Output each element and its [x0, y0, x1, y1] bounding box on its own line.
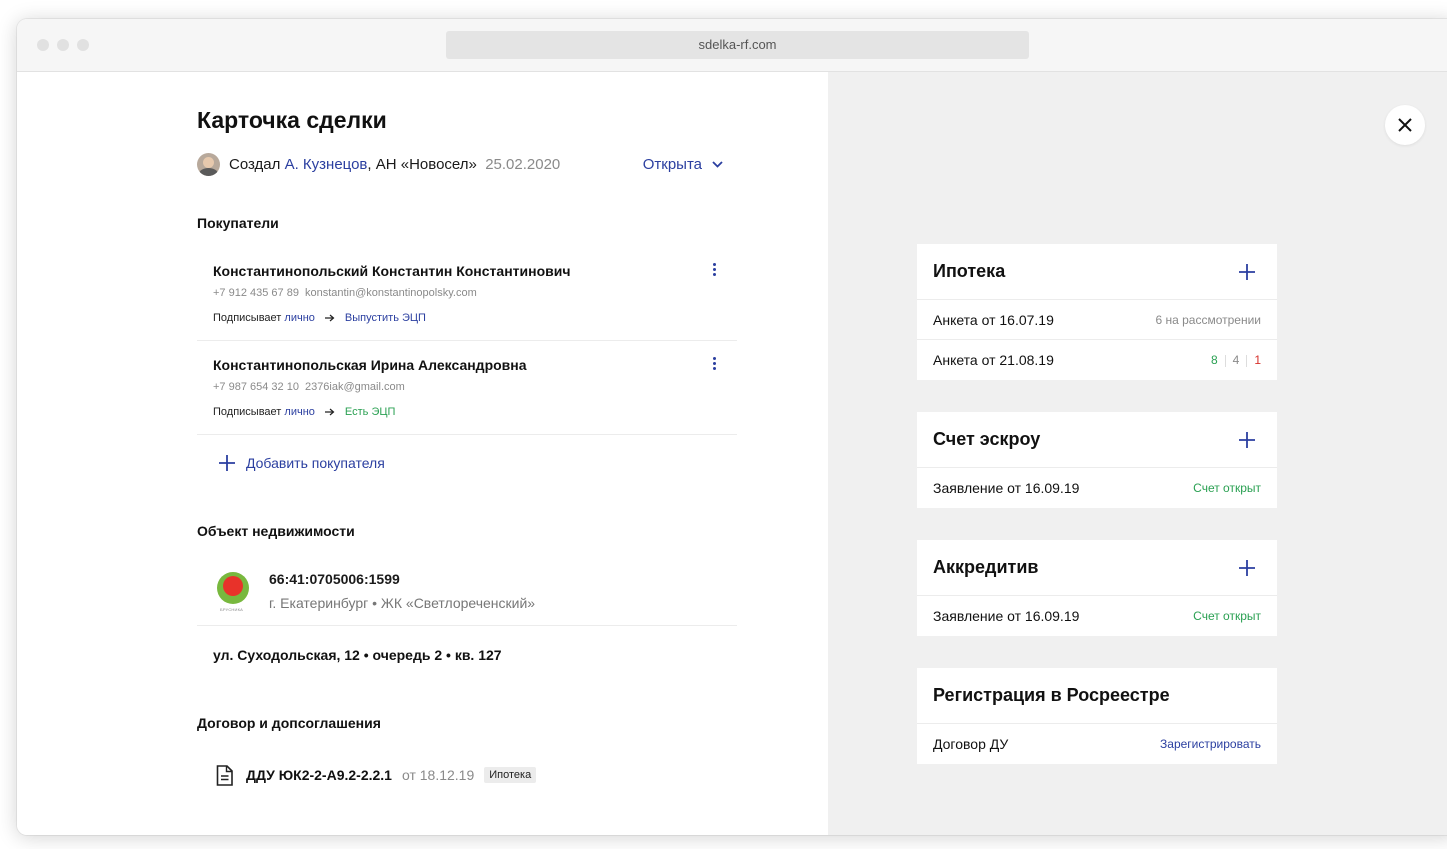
letter-of-credit-title: Аккредитив [933, 557, 1039, 577]
buyer-phone: +7 912 435 67 89 [213, 287, 299, 299]
created-date: 25.02.2020 [485, 155, 561, 173]
page-title: Карточка сделки [197, 107, 387, 133]
registration-header: Регистрация в Росреестре [917, 668, 1277, 724]
letter-of-credit-header: Аккредитив [917, 540, 1277, 596]
letter-of-credit-row-label: Заявление от 16.09.19 [933, 608, 1080, 624]
property-location: г. Екатеринбург • ЖК «Светлореченский» [269, 595, 536, 611]
buyer-contact: +7 912 435 67 89 konstantin@konstantinopo… [213, 287, 477, 299]
add-letter-of-credit-plus-icon[interactable] [1239, 559, 1255, 576]
count-approved: 8 [1210, 353, 1218, 367]
registration-title: Регистрация в Росреестре [933, 685, 1170, 705]
registration-row-label: Договор ДУ [933, 736, 1009, 752]
escrow-card: Счет эскроу Заявление от 16.09.19 Счет о… [917, 412, 1277, 508]
contract-tag: Ипотека [484, 767, 537, 783]
buyers-card: Константинопольский Константин Константи… [197, 247, 737, 491]
close-icon [1398, 118, 1412, 132]
contracts-section-title: Договор и допсоглашения [197, 715, 381, 731]
add-escrow-plus-icon[interactable] [1239, 431, 1255, 448]
developer-logo-text: БРУСНИКА [220, 607, 243, 612]
arrow-right-icon [324, 408, 335, 416]
browser-window: sdelka-rf.com Карточка сделки Создал А. … [17, 19, 1447, 835]
add-buyer-button[interactable]: Добавить покупателя [197, 435, 737, 491]
services-panel: Ипотека Анкета от 16.07.19 6 на рассмотр… [828, 72, 1447, 835]
buyer-email: konstantin@konstantinopolsky.com [304, 287, 477, 299]
ecp-action[interactable]: Выпустить ЭЦП [345, 312, 426, 324]
contract-date: от 18.12.19 [401, 767, 475, 783]
mortgage-header: Ипотека [917, 244, 1277, 300]
avatar [197, 152, 220, 176]
sign-mode-link[interactable]: лично [284, 406, 315, 418]
buyer-phone: +7 987 654 32 10 [213, 381, 299, 393]
sign-mode-link[interactable]: лично [284, 312, 315, 324]
cadastral-number: 66:41:0705006:1599 [269, 571, 400, 587]
escrow-header: Счет эскроу [917, 412, 1277, 468]
mortgage-card: Ипотека Анкета от 16.07.19 6 на рассмотр… [917, 244, 1277, 380]
buyer-sign-row: Подписывает лично Есть ЭЦП [213, 406, 395, 418]
registration-card: Регистрация в Росреестре Договор ДУ Заре… [917, 668, 1277, 764]
escrow-row[interactable]: Заявление от 16.09.19 Счет открыт [917, 468, 1277, 508]
more-icon[interactable] [713, 357, 717, 371]
buyers-section-title: Покупатели [197, 215, 279, 231]
sign-label: Подписывает [213, 406, 282, 418]
buyer-email: 2376iak@gmail.com [304, 381, 405, 393]
ecp-status[interactable]: Есть ЭЦП [345, 406, 396, 418]
letter-of-credit-row-status: Счет открыт [1193, 609, 1261, 623]
list-item: Константинопольская Ирина Александровна … [197, 341, 737, 435]
window-maximize-dot[interactable] [77, 39, 89, 51]
escrow-row-status: Счет открыт [1193, 481, 1261, 495]
escrow-row-label: Заявление от 16.09.19 [933, 480, 1080, 496]
buyer-sign-row: Подписывает лично Выпустить ЭЦП [213, 312, 426, 324]
application-counts: 841 [1211, 353, 1261, 367]
address-bar[interactable]: sdelka-rf.com [446, 31, 1029, 59]
register-link[interactable]: Зарегистрировать [1160, 737, 1261, 751]
registration-row: Договор ДУ Зарегистрировать [917, 724, 1277, 764]
sign-label: Подписывает [213, 312, 282, 324]
buyer-contact: +7 987 654 32 10 2376iak@gmail.com [213, 381, 405, 393]
letter-of-credit-row[interactable]: Заявление от 16.09.19 Счет открыт [917, 596, 1277, 636]
application-label: Анкета от 21.08.19 [933, 352, 1054, 368]
close-button[interactable] [1385, 105, 1425, 145]
mortgage-application-row[interactable]: Анкета от 21.08.19 841 [917, 340, 1277, 380]
creator-agency: , АН «Новосел» [367, 155, 477, 173]
creator-link[interactable]: А. Кузнецов [285, 156, 368, 173]
more-icon[interactable] [713, 263, 717, 277]
escrow-title: Счет эскроу [933, 429, 1041, 449]
chevron-down-icon [712, 160, 723, 168]
browser-titlebar: sdelka-rf.com [17, 19, 1447, 72]
application-label: Анкета от 16.07.19 [933, 311, 1054, 328]
property-section-title: Объект недвижимости [197, 523, 355, 539]
property-header: БРУСНИКА 66:41:0705006:1599 г. Екатеринб… [197, 555, 737, 626]
mortgage-title: Ипотека [933, 261, 1006, 281]
letter-of-credit-card: Аккредитив Заявление от 16.09.19 Счет от… [917, 540, 1277, 636]
contract-name: ДДУ ЮК2-2-А9.2-2.2.1 [246, 767, 392, 783]
buyer-name: Константинопольская Ирина Александровна [213, 357, 527, 373]
deal-card-panel: Карточка сделки Создал А. Кузнецов, АН «… [17, 72, 828, 835]
count-pending: 4 [1232, 353, 1240, 367]
plus-icon [219, 455, 235, 471]
status-label: Открыта [642, 155, 702, 173]
property-card[interactable]: БРУСНИКА 66:41:0705006:1599 г. Екатеринб… [197, 555, 737, 683]
list-item: Константинопольский Константин Константи… [197, 247, 737, 341]
mortgage-application-row[interactable]: Анкета от 16.07.19 6 на рассмотрении [917, 300, 1277, 340]
arrow-right-icon [324, 314, 335, 322]
application-status: 6 на рассмотрении [1155, 312, 1261, 327]
document-icon [216, 764, 233, 786]
add-buyer-label: Добавить покупателя [246, 455, 385, 471]
status-dropdown[interactable]: Открыта [643, 152, 723, 176]
creator-row: Создал А. Кузнецов, АН «Новосел» 25.02.2… [197, 152, 737, 176]
contract-row[interactable]: ДДУ ЮК2-2-А9.2-2.2.1 от 18.12.19 Ипотека [197, 747, 737, 803]
add-mortgage-plus-icon[interactable] [1239, 263, 1255, 280]
buyer-name: Константинопольский Константин Константи… [213, 263, 571, 279]
created-prefix: Создал [229, 155, 281, 173]
count-rejected: 1 [1254, 353, 1261, 367]
window-close-dot[interactable] [37, 39, 49, 51]
contracts-card: ДДУ ЮК2-2-А9.2-2.2.1 от 18.12.19 Ипотека [197, 747, 737, 803]
developer-logo [217, 572, 249, 604]
window-minimize-dot[interactable] [57, 39, 69, 51]
property-address: ул. Суходольская, 12 • очередь 2 • кв. 1… [213, 646, 502, 663]
